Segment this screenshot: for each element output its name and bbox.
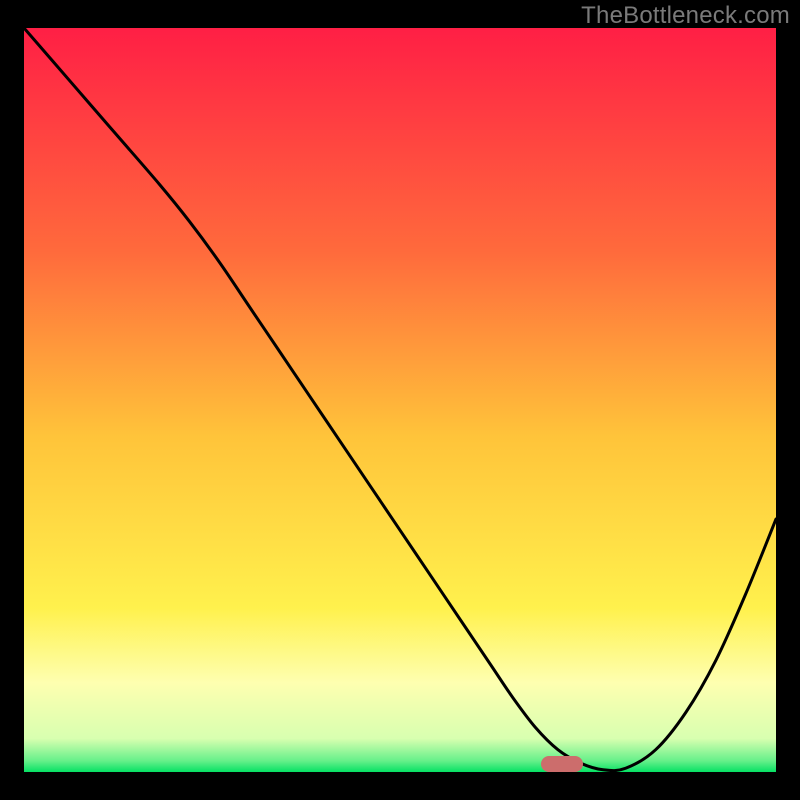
optimal-marker <box>541 756 583 772</box>
chart-svg <box>24 28 776 772</box>
plot-area <box>24 28 776 772</box>
gradient-background <box>24 28 776 772</box>
chart-frame: TheBottleneck.com <box>0 0 800 800</box>
watermark-text: TheBottleneck.com <box>581 2 790 30</box>
